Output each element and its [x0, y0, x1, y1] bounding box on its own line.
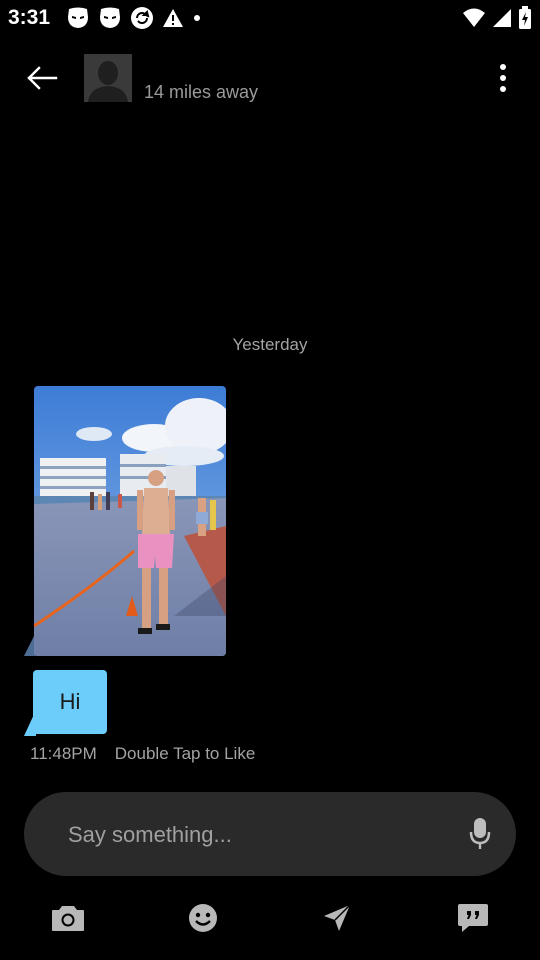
- battery-icon: [519, 6, 531, 29]
- emoji-icon: [189, 904, 217, 932]
- status-system-icons: [462, 4, 532, 32]
- notification-app-icon: [68, 7, 88, 28]
- location-icon: [324, 904, 351, 931]
- dot-icon: [194, 15, 200, 21]
- profile-distance: 14 miles away: [144, 82, 259, 102]
- photo-message[interactable]: [24, 386, 226, 656]
- message-photo[interactable]: [34, 386, 226, 656]
- cell-signal-icon: [493, 9, 511, 27]
- more-options-button[interactable]: [488, 60, 518, 96]
- camera-button[interactable]: [48, 900, 88, 936]
- notification-app-icon: [100, 7, 120, 28]
- chat-screen: 3:31 14 miles away Yesterday Hi 11:48PM …: [0, 0, 540, 960]
- emoji-button[interactable]: [183, 900, 223, 936]
- date-divider: Yesterday: [232, 335, 308, 354]
- chat-toolbar: [0, 896, 540, 940]
- quick-phrases-button[interactable]: [453, 900, 493, 936]
- message-time: 11:48PM: [30, 744, 97, 763]
- quick-phrases-icon: [458, 904, 488, 932]
- message-composer: [24, 792, 516, 876]
- message-input[interactable]: [66, 814, 450, 856]
- send-location-button[interactable]: [317, 900, 357, 936]
- chat-header: 14 miles away: [0, 40, 540, 116]
- status-bar: 3:31: [0, 0, 540, 36]
- message-meta: 11:48PM Double Tap to Like: [30, 744, 255, 764]
- profile-avatar[interactable]: [84, 54, 132, 102]
- status-notification-icons: [66, 4, 202, 32]
- voice-message-button[interactable]: [466, 816, 494, 852]
- message-bubble[interactable]: Hi: [33, 670, 107, 734]
- camera-icon: [52, 906, 84, 931]
- photo-image: [34, 386, 226, 656]
- default-avatar-icon: [84, 54, 132, 102]
- warning-icon: [163, 9, 183, 27]
- wifi-icon: [463, 8, 485, 27]
- more-vertical-icon: [500, 64, 506, 92]
- back-button[interactable]: [20, 60, 64, 96]
- arrow-left-icon: [27, 66, 58, 90]
- microphone-icon: [469, 818, 491, 849]
- status-time: 3:31: [8, 6, 51, 29]
- double-tap-to-like-hint: Double Tap to Like: [114, 744, 256, 763]
- sync-app-icon: [131, 7, 153, 29]
